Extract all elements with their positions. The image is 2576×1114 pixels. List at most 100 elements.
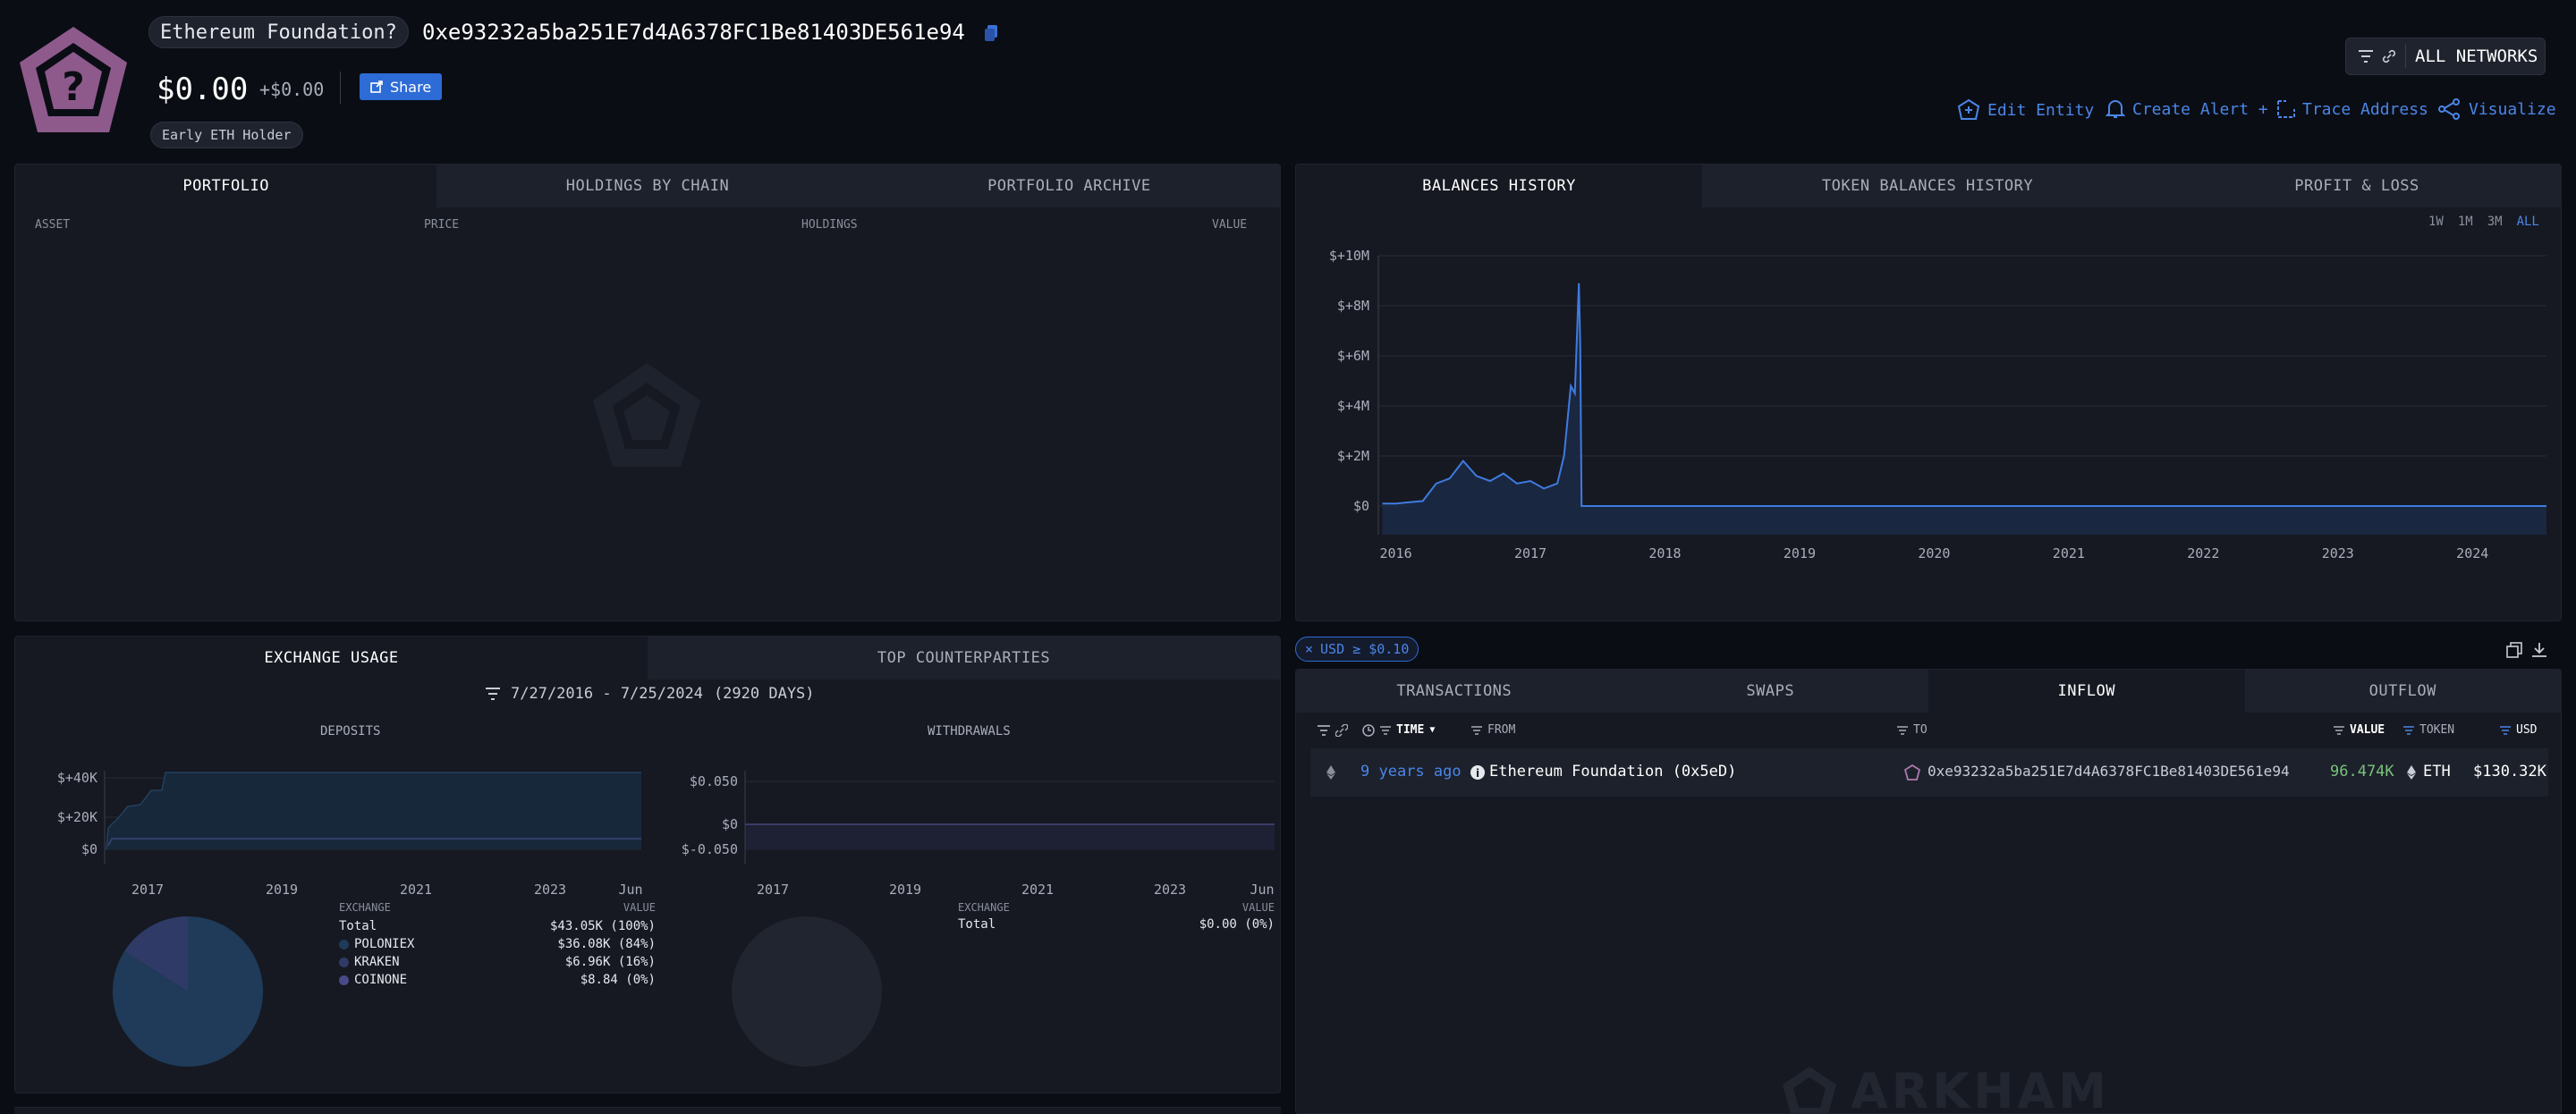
tab-portfolio[interactable]: PORTFOLIO	[15, 165, 437, 207]
value-header: VALUE	[1241, 901, 1275, 914]
deposits-chart[interactable]: $+40K $+20K $0 2017 2019 2021 2023 Jun	[15, 744, 648, 901]
entity-info-icon: i	[1470, 765, 1485, 780]
filter-icon[interactable]	[1318, 725, 1330, 736]
tab-balances-history[interactable]: BALANCES HISTORY	[1296, 165, 1702, 207]
column-value[interactable]: VALUE	[2334, 723, 2385, 737]
clock-icon	[1362, 724, 1375, 737]
filter-icon	[2334, 725, 2344, 735]
column-value[interactable]: VALUE	[1212, 218, 1247, 232]
tab-top-counterparties[interactable]: TOP COUNTERPARTIES	[648, 637, 1280, 679]
tx-time[interactable]: 9 years ago	[1360, 763, 1462, 781]
balances-tabs: BALANCES HISTORY TOKEN BALANCES HISTORY …	[1296, 165, 2561, 207]
sort-desc-icon[interactable]: ▼	[1429, 725, 1435, 735]
networks-label: ALL NETWORKS	[2415, 46, 2538, 66]
table-row[interactable]: Total $43.05K (100%)	[339, 917, 656, 935]
x-tick-label: 2021	[2053, 545, 2085, 561]
exchange-header: EXCHANGE	[958, 901, 1010, 914]
y-tick-label: $-0.050	[682, 841, 738, 857]
balances-panel: BALANCES HISTORY TOKEN BALANCES HISTORY …	[1295, 164, 2562, 621]
column-usd[interactable]: USD	[2500, 723, 2537, 737]
column-price[interactable]: PRICE	[424, 218, 459, 232]
copy-address-icon[interactable]	[984, 24, 998, 42]
tab-holdings-by-chain[interactable]: HOLDINGS BY CHAIN	[436, 165, 858, 207]
close-icon[interactable]: ×	[1305, 641, 1313, 657]
tab-profit-loss[interactable]: PROFIT & LOSS	[2153, 165, 2561, 207]
share-button[interactable]: Share	[360, 73, 443, 100]
tab-token-balances-history[interactable]: TOKEN BALANCES HISTORY	[1702, 165, 2153, 207]
usd-filter-label: USD ≥ $0.10	[1320, 641, 1410, 657]
range-3m[interactable]: 3M	[2487, 215, 2503, 229]
trace-icon	[2277, 100, 2295, 118]
trace-address-button[interactable]: Trace Address	[2275, 98, 2428, 120]
network-selector[interactable]: ALL NETWORKS	[2345, 38, 2546, 75]
table-row[interactable]: KRAKEN $6.96K (16%)	[339, 953, 656, 971]
x-tick-label: 2018	[1648, 545, 1681, 561]
exchange-name: COINONE	[354, 973, 408, 987]
table-row[interactable]: COINONE $8.84 (0%)	[339, 971, 656, 989]
usd-filter-chip[interactable]: × USD ≥ $0.10	[1295, 637, 1419, 662]
column-to[interactable]: TO	[1897, 723, 1928, 737]
x-tick-label: 2017	[131, 882, 164, 898]
column-from[interactable]: FROM	[1471, 723, 1515, 737]
exchange-header: EXCHANGE	[339, 901, 391, 914]
exchange-name: KRAKEN	[354, 955, 400, 969]
portfolio-panel: PORTFOLIO HOLDINGS BY CHAIN PORTFOLIO AR…	[14, 164, 1281, 621]
tab-inflow[interactable]: INFLOW	[1928, 670, 2245, 713]
transactions-panel: TRANSACTIONS SWAPS INFLOW OUTFLOW TIME ▼…	[1295, 669, 2562, 1114]
balance-history-chart[interactable]: $+10M $+8M $+6M $+4M $+2M $0 2016 2017 2018 2019 2…	[1296, 236, 2562, 612]
tab-portfolio-archive[interactable]: PORTFOLIO ARCHIVE	[859, 165, 1280, 207]
column-time[interactable]: TIME ▼	[1380, 723, 1435, 737]
column-token[interactable]: TOKEN	[2403, 723, 2454, 737]
download-icon[interactable]	[2531, 642, 2547, 658]
link-icon	[2382, 49, 2396, 63]
tx-to[interactable]: 0xe93232a5ba251E7d4A6378FC1Be81403DE561e…	[1928, 763, 2290, 780]
tab-outflow[interactable]: OUTFLOW	[2245, 670, 2562, 713]
deposits-pie-chart[interactable]	[112, 916, 264, 1068]
exchange-value: $43.05K (100%)	[549, 919, 656, 933]
range-all[interactable]: ALL	[2517, 215, 2539, 229]
y-tick-label: $+4M	[1337, 398, 1369, 414]
filter-icon	[2359, 50, 2373, 63]
tab-exchange-usage[interactable]: EXCHANGE USAGE	[15, 637, 648, 679]
table-row[interactable]: Total $0.00 (0%)	[958, 917, 1275, 932]
date-range[interactable]: 7/27/2016 - 7/25/2024 (2920 DAYS)	[486, 685, 815, 703]
entity-name-badge[interactable]: Ethereum Foundation?	[148, 16, 409, 48]
withdrawals-chart[interactable]: $0.050 $0 $-0.050 2017 2019 2021 2023 Jun	[648, 744, 1281, 901]
withdrawals-pie-chart[interactable]	[731, 916, 883, 1068]
table-row[interactable]: POLONIEX $36.08K (84%)	[339, 935, 656, 953]
legend-dot	[339, 939, 349, 949]
tx-token[interactable]: ETH	[2423, 763, 2451, 781]
entity-tag[interactable]: Early ETH Holder	[150, 122, 303, 148]
x-tick-label: 2021	[400, 882, 432, 898]
x-tick-label: 2023	[1154, 882, 1186, 898]
exchange-tabs: EXCHANGE USAGE TOP COUNTERPARTIES	[15, 637, 1280, 679]
total-balance: $0.00	[157, 72, 249, 107]
x-tick-label: 2017	[757, 882, 789, 898]
column-holdings[interactable]: HOLDINGS	[801, 218, 858, 232]
table-row[interactable]: 9 years ago i Ethereum Foundation (0x5eD…	[1310, 748, 2548, 797]
tx-from[interactable]: Ethereum Foundation (0x5eD)	[1489, 763, 1736, 781]
tab-swaps[interactable]: SWAPS	[1613, 670, 1929, 713]
visualize-button[interactable]: Visualize	[2438, 98, 2556, 120]
arkham-watermark: ARKHAM	[1781, 1063, 2110, 1113]
column-asset[interactable]: ASSET	[35, 218, 70, 232]
copy-table-icon[interactable]	[2506, 642, 2522, 658]
filter-icon	[2500, 725, 2511, 735]
link-icon[interactable]	[1335, 724, 1348, 737]
x-tick-label: 2019	[889, 882, 921, 898]
header-divider	[340, 72, 341, 104]
date-range-text: 7/27/2016 - 7/25/2024	[511, 685, 703, 703]
share-icon	[370, 80, 383, 93]
exchange-value: $36.08K (84%)	[557, 937, 656, 951]
legend-dot	[339, 975, 349, 985]
tab-transactions[interactable]: TRANSACTIONS	[1296, 670, 1613, 713]
range-1w[interactable]: 1W	[2428, 215, 2444, 229]
edit-entity-button[interactable]: Edit Entity	[1957, 98, 2094, 122]
svg-text:i: i	[1476, 767, 1479, 780]
exchange-panel: EXCHANGE USAGE TOP COUNTERPARTIES 7/27/2…	[14, 636, 1281, 1093]
range-1m[interactable]: 1M	[2458, 215, 2473, 229]
create-alert-button[interactable]: Create Alert +	[2106, 98, 2268, 120]
x-tick-label: 2017	[1514, 545, 1546, 561]
y-tick-label: $+6M	[1337, 348, 1369, 364]
entity-address[interactable]: 0xe93232a5ba251E7d4A6378FC1Be81403DE561e…	[422, 20, 965, 45]
